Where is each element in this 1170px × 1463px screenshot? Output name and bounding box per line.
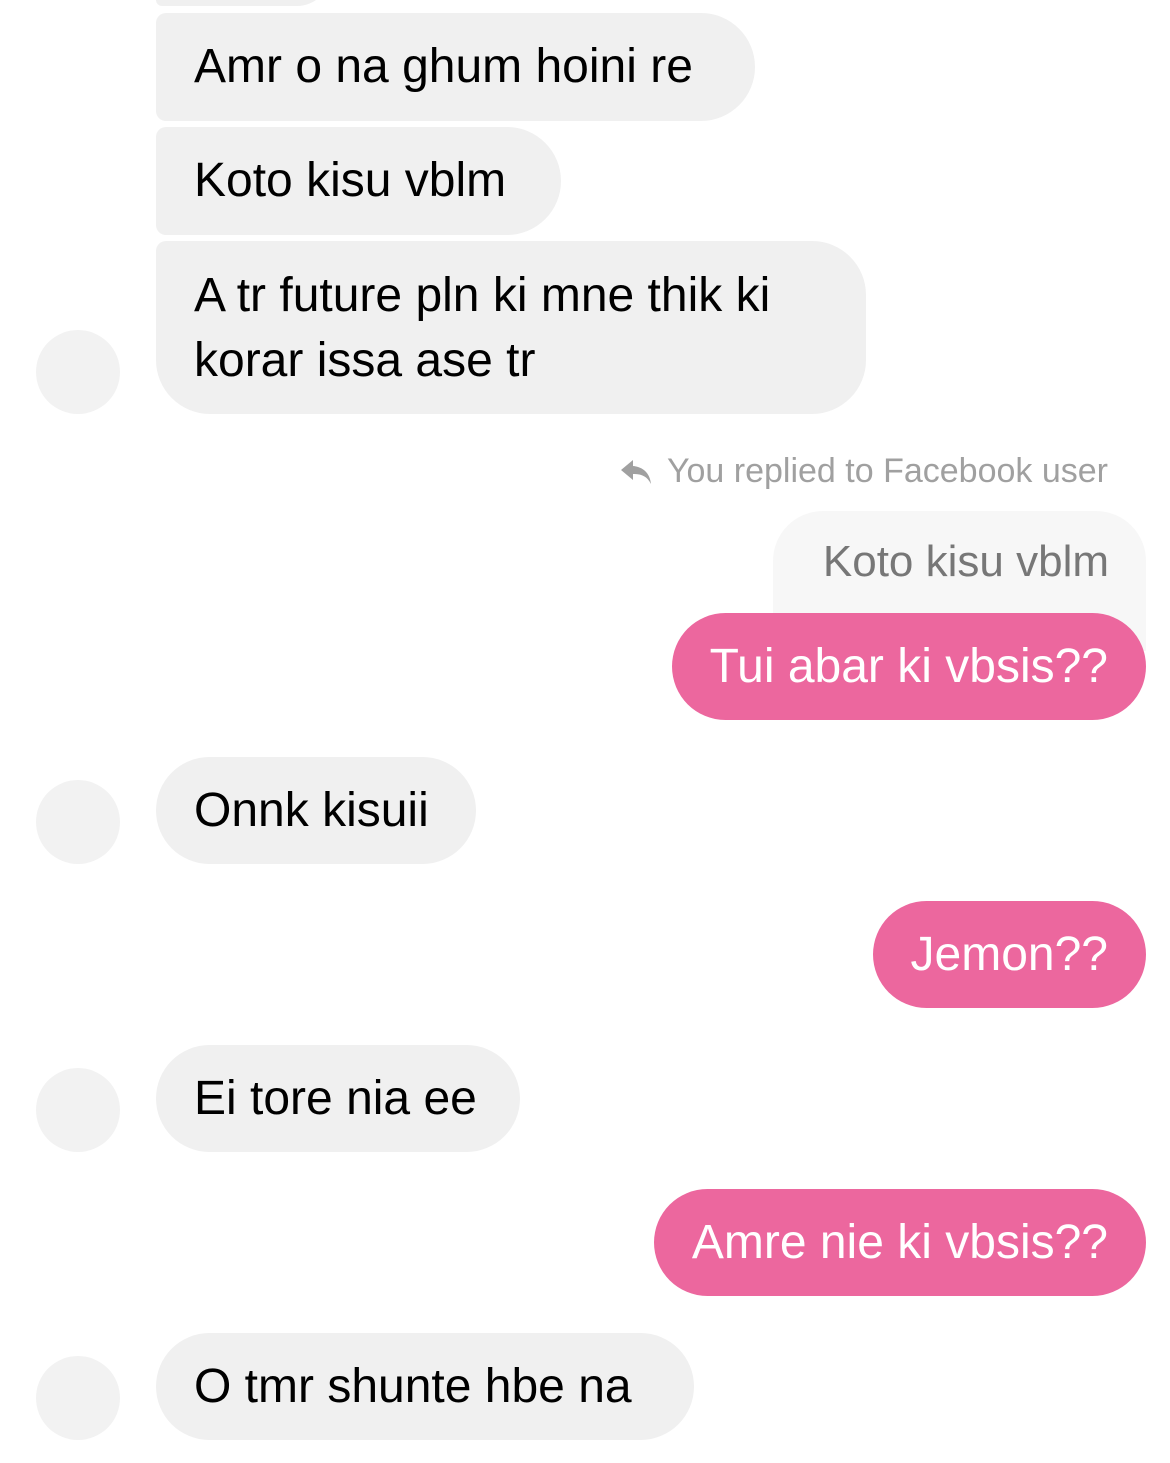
message-bubble-partial[interactable] xyxy=(156,0,330,6)
incoming-message[interactable]: O tmr shunte hbe na xyxy=(156,1333,694,1440)
outgoing-message[interactable]: Tui abar ki vbsis?? xyxy=(671,613,1146,720)
reply-indicator: You replied to Facebook user xyxy=(619,452,1108,491)
outgoing-message[interactable]: Amre nie ki vbsis?? xyxy=(653,1189,1146,1296)
incoming-message[interactable]: A tr future pln ki mne thik ki korar iss… xyxy=(156,241,866,414)
avatar[interactable] xyxy=(36,1356,120,1440)
reply-label: You replied to Facebook user xyxy=(666,452,1108,490)
avatar[interactable] xyxy=(36,780,120,864)
avatar[interactable] xyxy=(36,1068,120,1152)
avatar[interactable] xyxy=(36,330,120,414)
reply-arrow-icon xyxy=(620,459,651,484)
outgoing-message[interactable]: Jemon?? xyxy=(872,901,1146,1008)
incoming-message[interactable]: Amr o na ghum hoini re xyxy=(156,13,755,121)
incoming-message[interactable]: Koto kisu vblm xyxy=(156,127,561,235)
incoming-message[interactable]: Onnk kisuii xyxy=(156,757,476,864)
incoming-message[interactable]: Ei tore nia ee xyxy=(156,1045,520,1152)
